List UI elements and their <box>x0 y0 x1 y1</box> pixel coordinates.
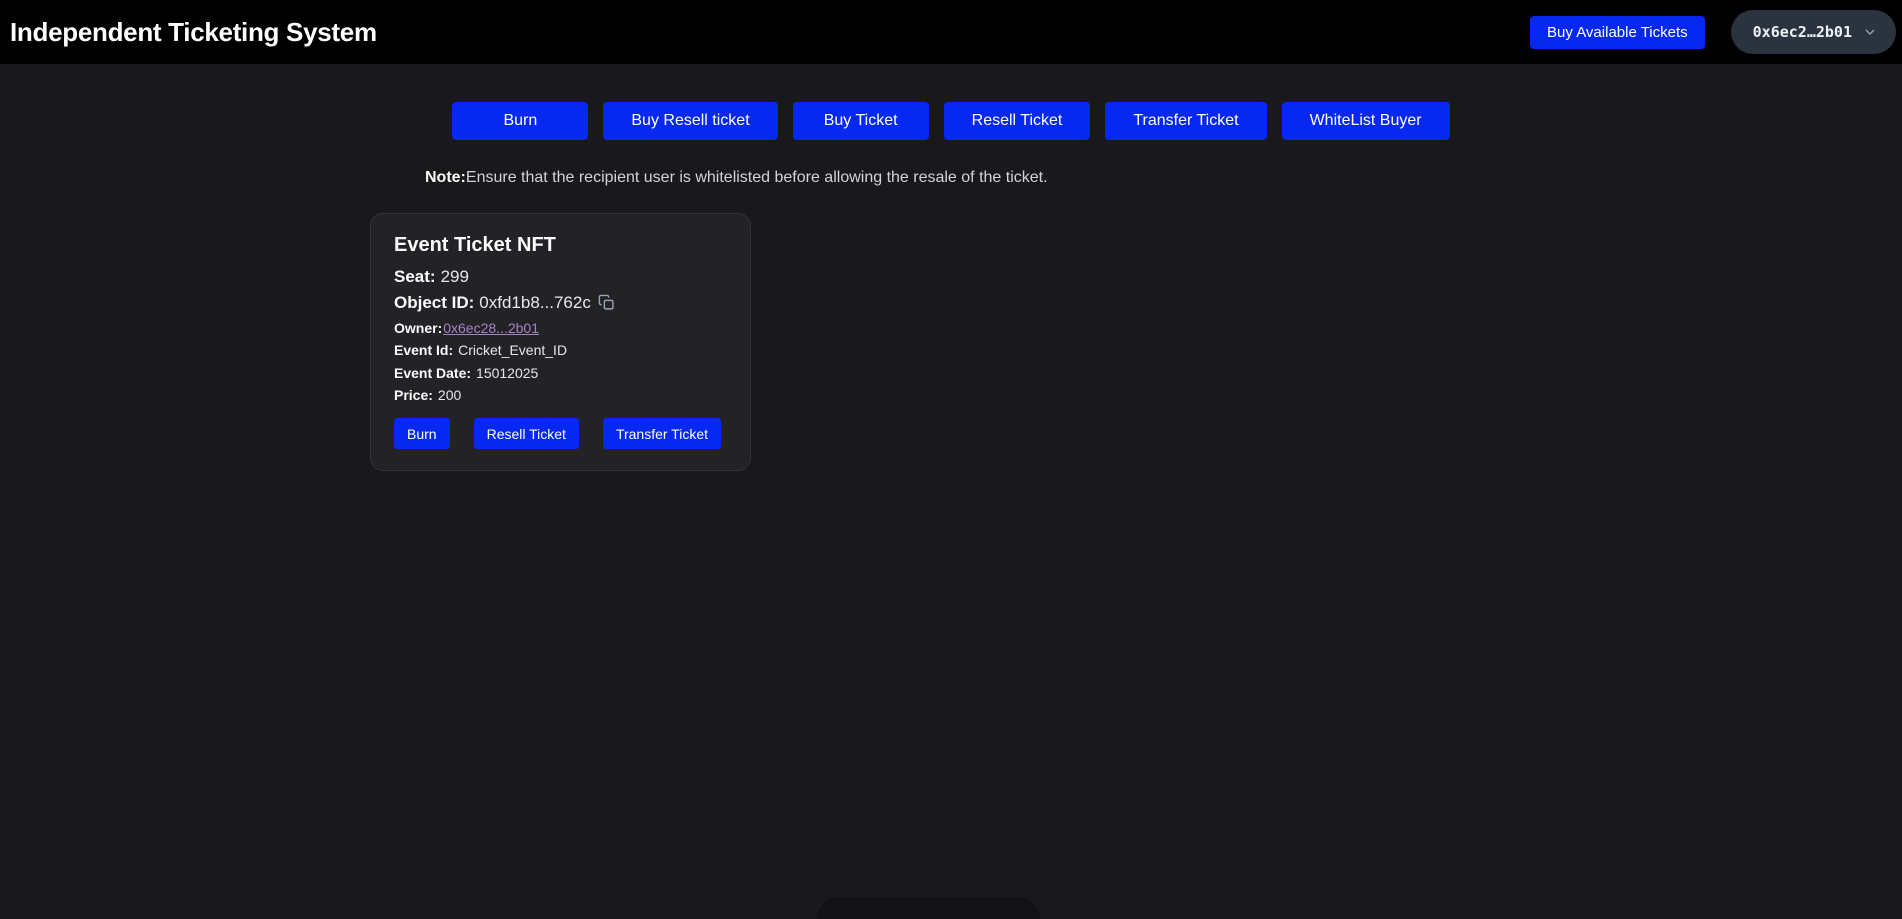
seat-value: 299 <box>441 267 469 286</box>
event-date-field: Event Date: 15012025 <box>394 364 727 382</box>
nav-transfer-ticket-button[interactable]: Transfer Ticket <box>1105 102 1266 140</box>
ticket-card: Event Ticket NFT Seat: 299 Object ID: 0xfd… <box>370 213 751 471</box>
price-field: Price: 200 <box>394 386 727 404</box>
object-id-label: Object ID: <box>394 293 474 312</box>
owner-field: Owner:0x6ec28...2b01 <box>394 319 727 337</box>
app-header: Independent Ticketing System Buy Availab… <box>0 0 1902 64</box>
wallet-address: 0x6ec2…2b01 <box>1753 23 1852 41</box>
ticket-card-title: Event Ticket NFT <box>394 234 727 257</box>
seat-label: Seat: <box>394 267 436 286</box>
event-id-field: Event Id: Cricket_Event_ID <box>394 341 727 359</box>
nav-buy-resell-ticket-button[interactable]: Buy Resell ticket <box>603 102 777 140</box>
nav-resell-ticket-button[interactable]: Resell Ticket <box>944 102 1091 140</box>
nav-buy-ticket-button[interactable]: Buy Ticket <box>793 102 929 140</box>
object-id-field: Object ID: 0xfd1b8...762c <box>394 292 727 314</box>
owner-address-link[interactable]: 0x6ec28...2b01 <box>443 320 539 336</box>
wallet-account-button[interactable]: 0x6ec2…2b01 <box>1731 10 1896 54</box>
whitelist-note: Note:Ensure that the recipient user is w… <box>425 169 1902 187</box>
action-nav: Burn Buy Resell ticket Buy Ticket Resell… <box>0 102 1902 140</box>
copy-icon[interactable] <box>598 294 615 314</box>
bottom-sheet-sliver <box>817 897 1040 919</box>
card-resell-ticket-button[interactable]: Resell Ticket <box>474 418 579 449</box>
card-transfer-ticket-button[interactable]: Transfer Ticket <box>603 418 721 449</box>
note-label: Note: <box>425 169 466 186</box>
owner-label: Owner: <box>394 320 442 336</box>
ticket-card-actions: Burn Resell Ticket Transfer Ticket <box>394 418 727 449</box>
object-id-value: 0xfd1b8...762c <box>479 293 591 312</box>
price-value: 200 <box>438 387 461 403</box>
buy-available-tickets-button[interactable]: Buy Available Tickets <box>1530 16 1705 49</box>
seat-field: Seat: 299 <box>394 266 727 287</box>
event-id-label: Event Id: <box>394 342 453 358</box>
event-date-value: 15012025 <box>476 365 538 381</box>
event-id-value: Cricket_Event_ID <box>458 342 567 358</box>
price-label: Price: <box>394 387 433 403</box>
nav-whitelist-buyer-button[interactable]: WhiteList Buyer <box>1282 102 1450 140</box>
note-text: Ensure that the recipient user is whitel… <box>466 169 1048 186</box>
header-actions: Buy Available Tickets 0x6ec2…2b01 <box>1530 10 1896 54</box>
page-title: Independent Ticketing System <box>10 17 377 48</box>
event-date-label: Event Date: <box>394 365 471 381</box>
card-burn-button[interactable]: Burn <box>394 418 450 449</box>
chevron-down-icon <box>1862 24 1878 40</box>
nav-burn-button[interactable]: Burn <box>452 102 588 140</box>
